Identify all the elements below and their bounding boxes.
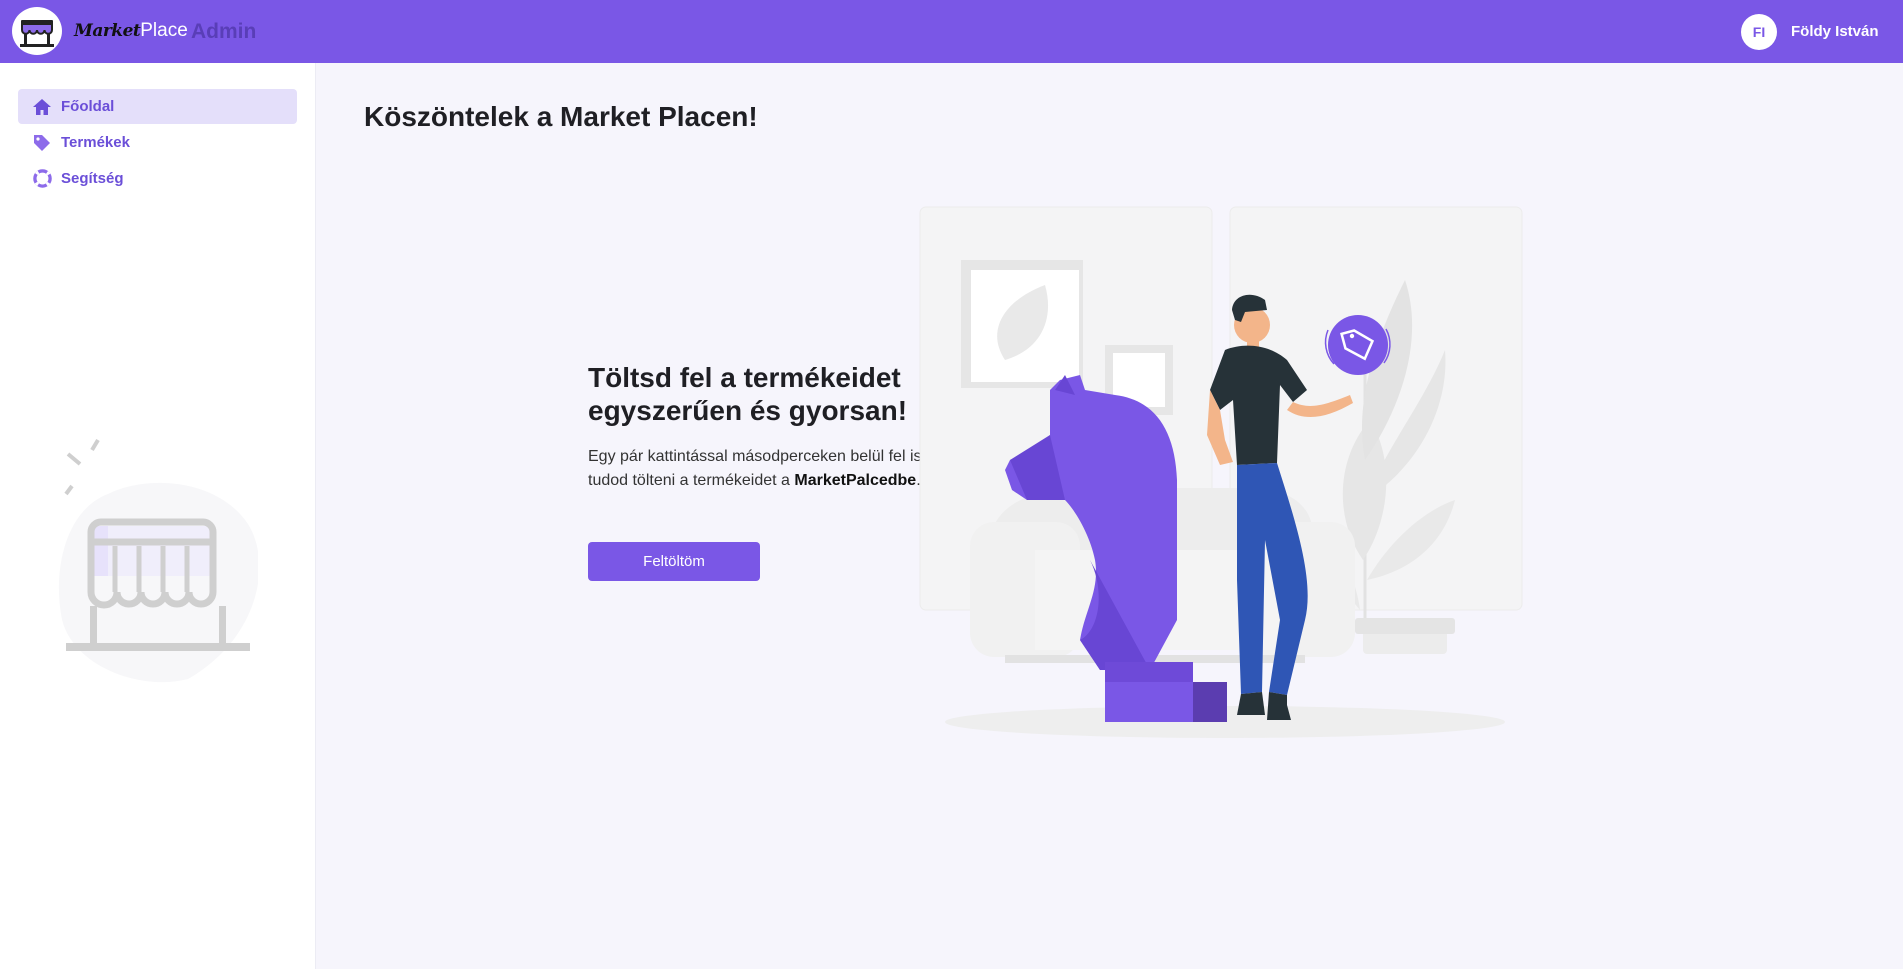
shop-awning-icon (20, 20, 54, 47)
upload-button[interactable]: Feltöltöm (588, 542, 760, 581)
hero-illustration (915, 200, 1535, 750)
sidebar: Főoldal Termékek Segítség (0, 63, 316, 969)
sidebar-item-label: Főoldal (61, 98, 115, 115)
sidebar-item-help[interactable]: Segítség (18, 161, 297, 196)
tag-icon (32, 133, 52, 153)
user-name[interactable]: Földy István (1791, 23, 1879, 40)
lifebuoy-icon (32, 169, 52, 189)
sidebar-item-label: Termékek (61, 134, 130, 151)
brand-name[interactable]: MarketPlace (74, 20, 188, 42)
home-icon (32, 97, 52, 117)
admin-label: Admin (191, 20, 257, 43)
hero-title: Töltsd fel a termékeidet egyszerűen és g… (588, 362, 908, 426)
hero-description-brand: MarketPalcedbe (794, 472, 917, 489)
top-bar: MarketPlace Admin FI Földy István (0, 0, 1903, 63)
sidebar-item-home[interactable]: Főoldal (18, 89, 297, 124)
hero-description: Egy pár kattintással másodperceken belül… (588, 445, 928, 493)
marketplace-logo[interactable] (12, 7, 62, 55)
page-title: Köszöntelek a Market Placen! (364, 101, 758, 132)
sidebar-item-label: Segítség (61, 170, 124, 187)
user-avatar[interactable]: FI (1741, 14, 1777, 50)
sidebar-item-products[interactable]: Termékek (18, 125, 297, 160)
shop-illustration (58, 434, 260, 689)
brand-part-market: Market (74, 21, 141, 41)
brand-part-place: Place (140, 20, 188, 41)
